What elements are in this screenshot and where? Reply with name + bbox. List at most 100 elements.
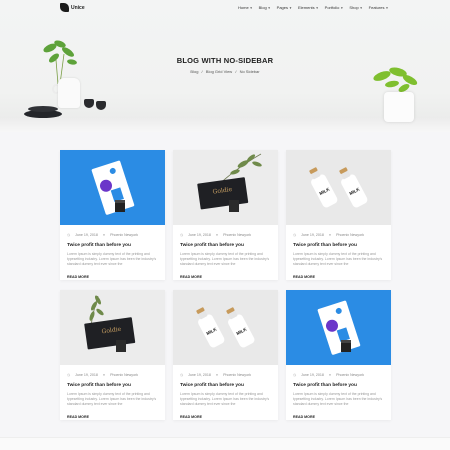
- milk-bottles-illustration: MILK MILK: [309, 167, 368, 208]
- post-thumbnail-blue-business-cards[interactable]: [60, 150, 165, 225]
- white-plant-pot: [384, 92, 414, 122]
- post-author[interactable]: Phoenix Newyork: [110, 233, 138, 237]
- breadcrumb-separator: /: [201, 69, 203, 74]
- chevron-down-icon: ▼: [289, 5, 292, 10]
- menu-item-label: Portfolio: [324, 5, 340, 10]
- breadcrumb-item-blog[interactable]: Blog: [190, 69, 198, 74]
- blog-card: Goldie ◷ June 19, 2018 ● Phoenix Newyork…: [173, 150, 278, 280]
- user-icon: ●: [328, 373, 332, 377]
- post-excerpt: Lorem Ipsum is simply dummy text of the …: [67, 392, 157, 406]
- post-title[interactable]: Twice profit than before you: [67, 243, 158, 248]
- page-title: BLOG WITH NO-SIDEBAR: [176, 56, 274, 65]
- top-navigation: Unice Home ▼ Blog ▼ Pages ▼ Elements ▼ Portf…: [0, 0, 450, 16]
- post-excerpt: Lorem Ipsum is simply dummy text of the …: [67, 252, 157, 266]
- read-more-link[interactable]: READ MORE: [180, 415, 271, 419]
- logo-text: Unice: [71, 4, 85, 11]
- blog-card: Goldie ◷ June 19, 2018 ● Phoenix Newyork…: [60, 290, 165, 420]
- blog-card: ◷ June 19, 2018 ● Phoenix Newyork Twice …: [286, 290, 391, 420]
- post-author[interactable]: Phoenix Newyork: [223, 233, 251, 237]
- site-logo[interactable]: Unice: [60, 3, 85, 12]
- menu-item-blog[interactable]: Blog ▼: [259, 5, 271, 10]
- menu-item-label: Blog: [258, 5, 267, 10]
- post-thumbnail-goldie-card-plant[interactable]: Goldie: [173, 150, 278, 225]
- menu-item-portfolio[interactable]: Portfolio ▼: [325, 5, 344, 10]
- milk-bottles-illustration: MILK MILK: [196, 307, 255, 348]
- clock-icon: ◷: [293, 233, 297, 237]
- menu-item-label: Pages: [276, 5, 288, 10]
- post-author[interactable]: Phoenix Newyork: [110, 373, 138, 377]
- post-date: June 19, 2018: [188, 373, 211, 377]
- chevron-down-icon: ▼: [267, 5, 271, 10]
- menu-item-label: Features: [368, 5, 385, 10]
- business-cards-illustration: [317, 300, 361, 355]
- post-date: June 19, 2018: [188, 233, 211, 237]
- post-title[interactable]: Twice profit than before you: [67, 383, 158, 388]
- clock-icon: ◷: [67, 373, 71, 377]
- post-date: June 19, 2018: [301, 233, 324, 237]
- breadcrumb-item-current: No Sidebar: [239, 69, 260, 74]
- white-vase: [58, 78, 80, 108]
- post-date: June 19, 2018: [301, 373, 324, 377]
- user-icon: ●: [102, 373, 106, 377]
- menu-item-pages[interactable]: Pages ▼: [277, 5, 292, 10]
- page-header: Unice Home ▼ Blog ▼ Pages ▼ Elements ▼ Portf…: [0, 0, 450, 132]
- read-more-link[interactable]: READ MORE: [293, 275, 384, 279]
- read-more-link[interactable]: READ MORE: [180, 275, 271, 279]
- menu-item-shop[interactable]: Shop ▼: [349, 5, 362, 10]
- post-title[interactable]: Twice profit than before you: [180, 383, 271, 388]
- post-excerpt: Lorem Ipsum is simply dummy text of the …: [180, 252, 270, 266]
- blog-grid: ◷ June 19, 2018 ● Phoenix Newyork Twice …: [60, 150, 391, 420]
- user-icon: ●: [215, 373, 219, 377]
- blog-card: ◷ June 19, 2018 ● Phoenix Newyork Twice …: [60, 150, 165, 280]
- chevron-down-icon: ▼: [315, 5, 319, 10]
- post-thumbnail-milk-bottles[interactable]: MILK MILK: [286, 150, 391, 225]
- post-thumbnail-goldie-card-plant[interactable]: Goldie: [60, 290, 165, 365]
- goldie-card-illustration: Goldie: [197, 153, 262, 212]
- goldie-card-illustration: Goldie: [84, 295, 136, 352]
- user-icon: ●: [328, 233, 332, 237]
- post-date: June 19, 2018: [75, 233, 98, 237]
- menu-item-label: Elements: [297, 5, 315, 10]
- chevron-down-icon: ▼: [359, 5, 363, 10]
- blog-card: MILK MILK ◷ June 19, 2018 ● Phoenix Newy…: [286, 150, 391, 280]
- user-icon: ●: [215, 233, 219, 237]
- post-excerpt: Lorem Ipsum is simply dummy text of the …: [293, 252, 383, 266]
- footer-strip: [0, 437, 450, 450]
- read-more-link[interactable]: READ MORE: [67, 415, 158, 419]
- menu-item-features[interactable]: Features ▼: [369, 5, 389, 10]
- post-date: June 19, 2018: [75, 373, 98, 377]
- post-thumbnail-milk-bottles[interactable]: MILK MILK: [173, 290, 278, 365]
- business-cards-illustration: [91, 160, 135, 215]
- post-author[interactable]: Phoenix Newyork: [336, 233, 364, 237]
- post-thumbnail-blue-business-cards[interactable]: [286, 290, 391, 365]
- chevron-down-icon: ▼: [249, 5, 253, 10]
- menu-item-elements[interactable]: Elements ▼: [298, 5, 319, 10]
- clock-icon: ◷: [67, 233, 71, 237]
- user-icon: ●: [102, 233, 106, 237]
- clock-icon: ◷: [180, 373, 184, 377]
- logo-mark-icon: [60, 3, 69, 12]
- main-menu: Home ▼ Blog ▼ Pages ▼ Elements ▼ Portfolio ▼ …: [238, 5, 388, 10]
- clock-icon: ◷: [293, 373, 297, 377]
- menu-item-label: Home: [238, 5, 249, 10]
- breadcrumb-separator: /: [235, 69, 237, 74]
- post-author[interactable]: Phoenix Newyork: [336, 373, 364, 377]
- table-surface: [0, 118, 450, 132]
- blog-card: MILK MILK ◷ June 19, 2018 ● Phoenix Newy…: [173, 290, 278, 420]
- post-excerpt: Lorem Ipsum is simply dummy text of the …: [293, 392, 383, 406]
- post-title[interactable]: Twice profit than before you: [293, 243, 384, 248]
- clock-icon: ◷: [180, 233, 184, 237]
- read-more-link[interactable]: READ MORE: [67, 275, 158, 279]
- chevron-down-icon: ▼: [340, 5, 344, 10]
- read-more-link[interactable]: READ MORE: [293, 415, 384, 419]
- chevron-down-icon: ▼: [385, 5, 389, 10]
- black-cups: [82, 98, 108, 112]
- menu-item-home[interactable]: Home ▼: [238, 5, 253, 10]
- breadcrumb-item-blog-grid-view[interactable]: Blog Grid View: [206, 69, 232, 74]
- post-title[interactable]: Twice profit than before you: [293, 383, 384, 388]
- menu-item-label: Shop: [349, 5, 359, 10]
- black-bowl: [28, 106, 58, 112]
- post-title[interactable]: Twice profit than before you: [180, 243, 271, 248]
- post-author[interactable]: Phoenix Newyork: [223, 373, 251, 377]
- post-excerpt: Lorem Ipsum is simply dummy text of the …: [180, 392, 270, 406]
